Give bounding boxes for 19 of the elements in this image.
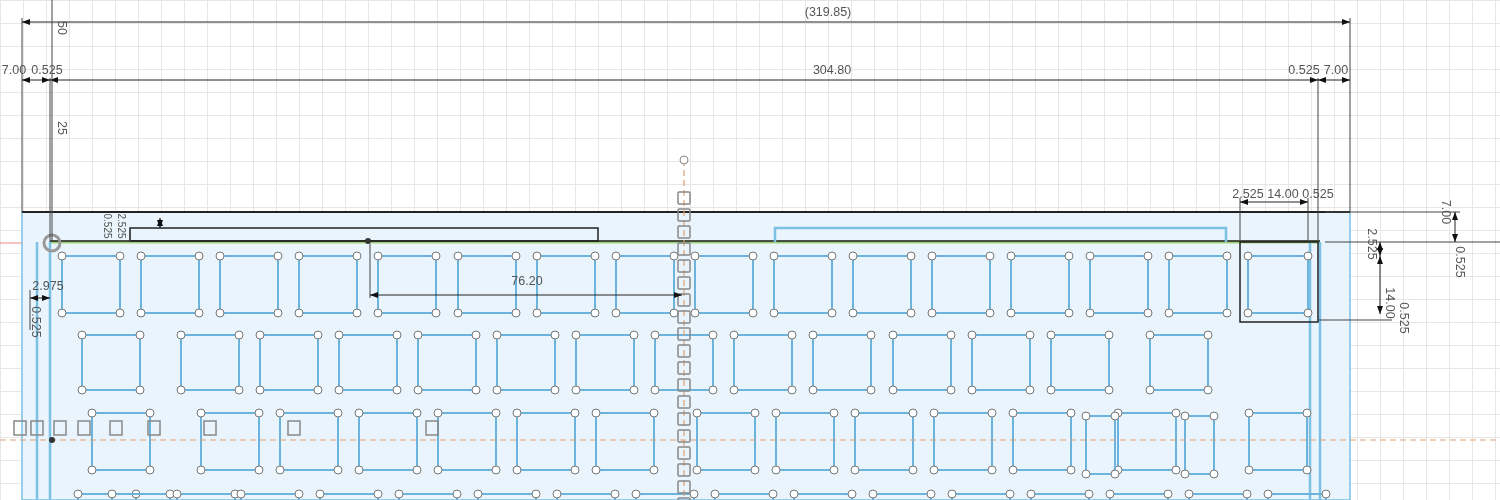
dimension-label: 50 — [55, 21, 69, 35]
dimension-label: (319.85) — [804, 5, 852, 19]
dimension-label: 2.525 — [1365, 228, 1379, 260]
dimension-label: 0.525 — [1397, 302, 1411, 334]
dimension-label: 25 — [55, 121, 69, 135]
dimension-label: 7.00 — [1323, 63, 1349, 77]
dimension-label: 0.525 — [1288, 63, 1320, 77]
dimension-label: 0.525 — [31, 63, 63, 77]
dimension-label: 304.80 — [812, 63, 852, 77]
dimension-label: 14.00 — [1267, 187, 1299, 201]
dimension-label: 0.525 — [1453, 246, 1467, 278]
dimension-label: 7.00 — [1439, 199, 1453, 225]
dimension-label: 2.525 — [1232, 187, 1264, 201]
dimension-label: 0.525 — [29, 306, 43, 338]
dimension-label: 0.525 — [102, 213, 113, 239]
dimension-label: 2.525 — [116, 213, 127, 239]
dimension-label: 0.525 — [1302, 187, 1334, 201]
dimension-label: 14.00 — [1383, 287, 1397, 319]
dimension-label: 7.00 — [1, 63, 27, 77]
